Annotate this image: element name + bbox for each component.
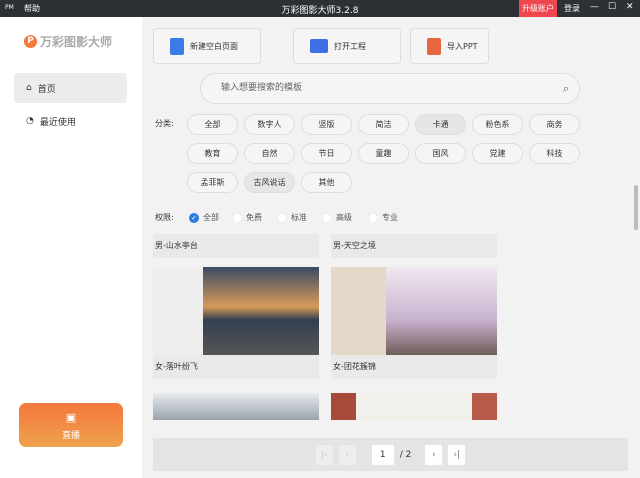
template-card[interactable]: 女-团花簇锦 — [331, 267, 497, 379]
import-ppt-button[interactable]: 导入PPT — [410, 28, 489, 64]
category-chip[interactable]: 孟菲斯 — [187, 172, 238, 193]
template-card[interactable] — [153, 393, 319, 420]
category-chip[interactable]: 党建 — [472, 143, 523, 164]
last-page-button[interactable]: ›| — [448, 444, 466, 465]
search-icon[interactable]: ⌕ — [563, 74, 569, 103]
template-card[interactable]: 女-落叶纷飞 — [153, 267, 319, 379]
search-input[interactable]: 输入想要搜索的模板 ⌕ — [200, 73, 580, 104]
first-page-button[interactable]: |‹ — [315, 444, 333, 465]
upgrade-button[interactable]: 升级账户 — [519, 0, 557, 17]
category-chip[interactable]: 卡通 — [415, 114, 466, 135]
radio-circle-icon — [368, 212, 378, 223]
ppt-icon — [427, 37, 441, 55]
template-thumbnail — [153, 267, 319, 355]
title-bar: PM 帮助 万彩图影大师3.2.8 升级账户 登录 — ☐ ✕ — [0, 0, 640, 17]
page-total: / 2 — [399, 449, 412, 460]
maximize-icon[interactable]: ☐ — [608, 2, 616, 12]
template-card[interactable]: 男-山水亭台 — [153, 234, 319, 258]
category-chip[interactable]: 商务 — [529, 114, 580, 135]
permission-radio[interactable]: 标准 — [277, 212, 307, 223]
permission-radio[interactable]: 专业 — [368, 212, 398, 223]
category-chip[interactable]: 自然 — [244, 143, 295, 164]
category-chip[interactable]: 童趣 — [358, 143, 409, 164]
prev-page-button[interactable]: ‹ — [338, 444, 356, 465]
live-camera-icon: ▣ — [65, 411, 77, 424]
clock-icon: ◔ — [26, 116, 34, 126]
category-chip[interactable]: 节日 — [301, 143, 352, 164]
sidebar: P 万彩图影大师 ⌂ 首页 ◔ 最近使用 ▣ 直播 — [0, 17, 142, 478]
permission-radio[interactable]: 高级 — [322, 212, 352, 223]
login-button[interactable]: 登录 — [564, 3, 580, 14]
radio-circle-icon — [277, 212, 287, 223]
template-card[interactable]: 男-天空之境 — [331, 234, 497, 258]
sidebar-item-recent[interactable]: ◔ 最近使用 — [14, 106, 127, 136]
scrollbar[interactable] — [634, 185, 638, 230]
radio-circle-icon: ✓ — [189, 212, 199, 223]
next-page-button[interactable]: › — [425, 444, 443, 465]
category-chip[interactable]: 简洁 — [358, 114, 409, 135]
category-chip[interactable]: 教育 — [187, 143, 238, 164]
category-chip[interactable]: 数字人 — [244, 114, 295, 135]
open-project-button[interactable]: 打开工程 — [293, 28, 401, 64]
page-input[interactable]: 1 — [371, 444, 394, 465]
permission-label: 权限: — [155, 213, 174, 222]
template-card[interactable] — [331, 393, 497, 420]
pagination: |‹ ‹ 1 / 2 › ›| — [153, 438, 628, 471]
permission-radio[interactable]: ✓ 全部 — [189, 212, 219, 223]
category-chip[interactable]: 粉色系 — [472, 114, 523, 135]
live-button[interactable]: ▣ 直播 — [19, 403, 123, 447]
permission-radio[interactable]: 免费 — [232, 212, 262, 223]
home-icon: ⌂ — [26, 83, 32, 93]
category-chip[interactable]: 国风 — [415, 143, 466, 164]
new-file-icon — [170, 37, 184, 55]
radio-circle-icon — [322, 212, 332, 223]
close-icon[interactable]: ✕ — [626, 2, 634, 12]
category-chip[interactable]: 全部 — [187, 114, 238, 135]
category-chip[interactable]: 其他 — [301, 172, 352, 193]
folder-icon — [310, 39, 328, 53]
logo: P 万彩图影大师 — [24, 33, 112, 50]
category-chip[interactable]: 科技 — [529, 143, 580, 164]
category-chip[interactable]: 古风说话 — [244, 172, 295, 193]
sidebar-item-home[interactable]: ⌂ 首页 — [14, 73, 127, 103]
category-chip[interactable]: 竖版 — [301, 114, 352, 135]
main-content: 新建空白页面 打开工程 导入PPT 输入想要搜索的模板 ⌕ 分类: 全部 数字人 竖版… — [142, 17, 640, 478]
minimize-icon[interactable]: — — [590, 2, 599, 12]
category-label: 分类: — [155, 119, 174, 128]
new-blank-page-button[interactable]: 新建空白页面 — [153, 28, 261, 64]
radio-circle-icon — [232, 212, 242, 223]
template-thumbnail — [331, 267, 497, 355]
